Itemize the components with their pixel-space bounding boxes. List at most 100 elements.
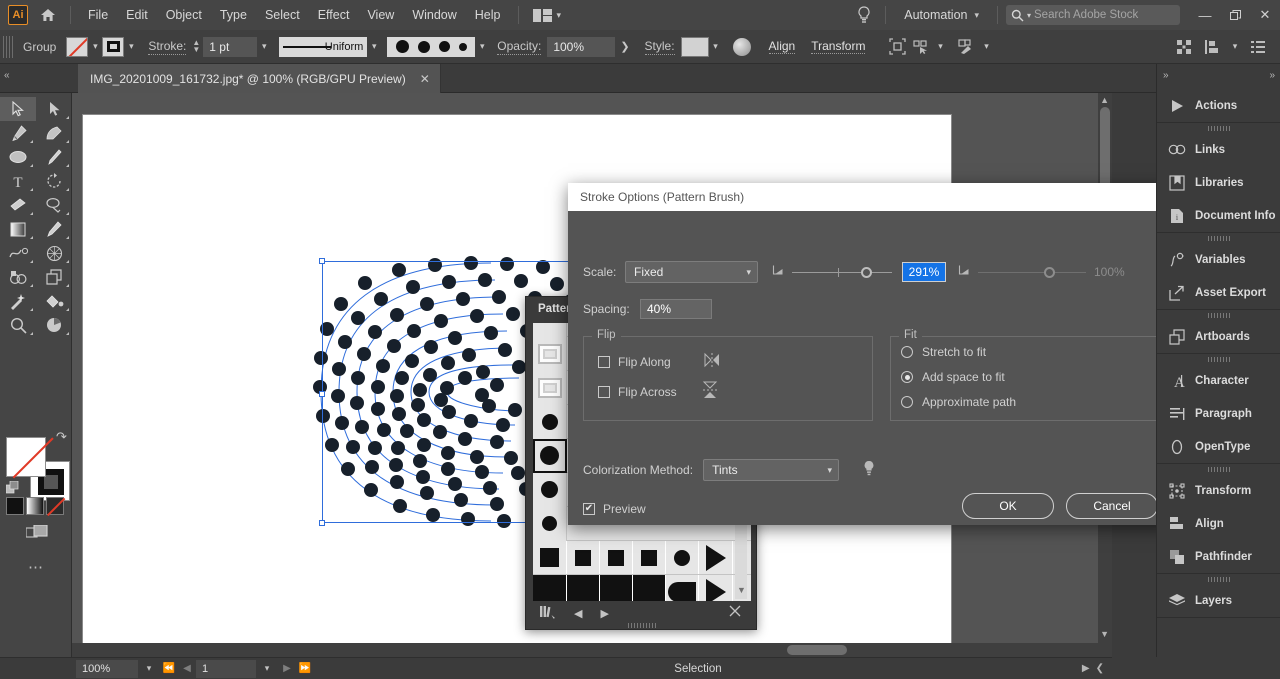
canvas-horizontal-scrollbar[interactable] — [72, 643, 1098, 657]
brush-libraries-menu-icon[interactable] — [539, 605, 556, 622]
flip-along-checkbox[interactable] — [598, 355, 610, 368]
dock-item-asset-export[interactable]: Asset Export — [1157, 276, 1280, 309]
preview-checkbox[interactable] — [583, 503, 595, 515]
chevron-down-icon[interactable]: ▼ — [737, 585, 746, 595]
recolor-artwork-icon[interactable] — [732, 37, 751, 56]
scroll-up-icon[interactable]: ▲ — [1100, 95, 1109, 105]
dock-collapse-icon-2[interactable]: » — [1269, 70, 1274, 81]
type-tool[interactable]: T — [0, 169, 36, 193]
flip-across-checkbox[interactable] — [598, 385, 610, 398]
variable-width-profile-select[interactable]: Uniform — [279, 36, 368, 57]
zoom-level-input[interactable]: 100% — [76, 659, 138, 678]
dock-item-layers[interactable]: Layers — [1157, 584, 1280, 617]
select-similar-chevron-down-icon[interactable]: ▾ — [933, 37, 947, 57]
dock-item-opentype[interactable]: OpenType — [1157, 430, 1280, 463]
control-bar-grip[interactable] — [3, 35, 13, 58]
brush-dot-medium[interactable] — [533, 472, 567, 507]
next-artboard-icon[interactable]: ▶ — [278, 660, 296, 678]
brush-definition-select[interactable] — [387, 36, 476, 57]
close-icon[interactable]: ✕ — [420, 72, 430, 86]
scale-max-slider[interactable] — [978, 262, 1086, 282]
color-mode-button[interactable] — [6, 497, 24, 515]
cancel-button[interactable]: Cancel — [1066, 493, 1158, 519]
minimize-button[interactable]: — — [1190, 0, 1220, 30]
align-link[interactable]: Align — [768, 39, 796, 54]
change-screen-mode-icon[interactable] — [25, 524, 48, 541]
stroke-swatch-button[interactable] — [102, 36, 125, 57]
dock-item-actions[interactable]: Actions — [1157, 89, 1280, 122]
style-label[interactable]: Style: — [644, 39, 675, 55]
graph-tool[interactable] — [36, 313, 72, 337]
close-button[interactable]: ✕ — [1250, 0, 1280, 30]
menu-object[interactable]: Object — [157, 0, 211, 30]
brush-border-frame-1[interactable] — [533, 336, 567, 371]
canvas-horizontal-scroll-thumb[interactable] — [787, 645, 847, 655]
scroll-down-icon[interactable]: ▼ — [1100, 629, 1109, 639]
dock-item-links[interactable]: Links — [1157, 133, 1280, 166]
gradient-tool[interactable] — [0, 217, 36, 241]
dock-group-grip-4[interactable] — [1157, 354, 1280, 364]
opacity-input[interactable]: 100% — [547, 36, 616, 57]
stroke-weight-label[interactable]: Stroke: — [148, 39, 187, 55]
dock-group-grip-5[interactable] — [1157, 464, 1280, 474]
arrange-grid-icon[interactable] — [1172, 35, 1196, 59]
live-paint-bucket-tool[interactable] — [36, 289, 72, 313]
dock-group-grip-3[interactable] — [1157, 310, 1280, 320]
fit-radio-approximate[interactable] — [901, 396, 913, 408]
remove-brush-icon[interactable] — [728, 604, 751, 622]
opacity-label[interactable]: Opacity: — [497, 39, 542, 55]
selection-tool[interactable] — [0, 97, 36, 121]
arrange-documents-icon[interactable]: ▾ — [527, 8, 568, 22]
perspective-grid-tool[interactable] — [36, 241, 72, 265]
menu-help[interactable]: Help — [466, 0, 510, 30]
last-artboard-icon[interactable]: ⏩ — [296, 660, 314, 678]
menu-select[interactable]: Select — [256, 0, 309, 30]
brush-dot-small[interactable] — [533, 404, 567, 439]
ellipse-tool[interactable] — [0, 145, 36, 169]
artboard-tool[interactable] — [36, 265, 72, 289]
discover-bulb-icon[interactable] — [851, 0, 877, 30]
next-library-icon[interactable]: ▶ — [600, 607, 608, 620]
stroke-weight-stepper[interactable]: ▲ ▼ — [192, 39, 200, 54]
dock-item-artboards[interactable]: Artboards — [1157, 320, 1280, 353]
brushes-panel-grip[interactable] — [526, 621, 758, 629]
automation-menu[interactable]: Automation ▾ — [894, 8, 989, 22]
restore-button[interactable] — [1220, 0, 1250, 30]
tabstrip-collapse-icon[interactable]: « — [4, 70, 9, 81]
distribute-icon[interactable] — [1200, 35, 1224, 59]
pen-tool[interactable] — [0, 121, 36, 145]
eraser-tool[interactable] — [0, 193, 36, 217]
magic-wand-tool[interactable] — [0, 289, 36, 313]
brush-dot-large[interactable] — [533, 506, 567, 541]
previous-artboard-icon[interactable]: ◀ — [178, 660, 196, 678]
curvature-tool[interactable] — [36, 121, 72, 145]
dock-item-pathfinder[interactable]: Pathfinder — [1157, 540, 1280, 573]
selection-handle-tl[interactable] — [319, 258, 325, 264]
lasso-tool[interactable] — [36, 193, 72, 217]
menu-type[interactable]: Type — [211, 0, 256, 30]
draw-behind-icon[interactable] — [955, 35, 979, 59]
previous-library-icon[interactable]: ◀ — [574, 607, 582, 620]
menu-view[interactable]: View — [358, 0, 403, 30]
brush-rounded-bar-pattern[interactable] — [533, 575, 751, 601]
shape-builder-tool[interactable] — [0, 265, 36, 289]
brush-square-pattern[interactable] — [533, 541, 751, 575]
gradient-mode-button[interactable] — [26, 497, 44, 515]
fit-radio-add-space[interactable] — [901, 371, 913, 383]
opacity-expand-icon[interactable]: ❯ — [615, 40, 634, 53]
colorization-tip-icon[interactable] — [863, 460, 875, 480]
ok-button[interactable]: OK — [962, 493, 1054, 519]
menu-effect[interactable]: Effect — [309, 0, 359, 30]
zoom-tool[interactable] — [0, 313, 36, 337]
brush-border-frame-2[interactable] — [533, 370, 567, 405]
edit-toolbar-icon[interactable]: ⋯ — [28, 558, 45, 576]
zoom-chevron-down-icon[interactable]: ▾ — [138, 660, 160, 678]
transform-link[interactable]: Transform — [811, 39, 866, 54]
brush-dot-selected[interactable] — [533, 438, 567, 473]
dock-item-align[interactable]: Align — [1157, 507, 1280, 540]
stroke-weight-input[interactable]: 1 pt — [203, 36, 258, 57]
dock-item-document-info[interactable]: i Document Info — [1157, 199, 1280, 232]
blend-tool[interactable] — [0, 241, 36, 265]
default-fill-stroke-icon[interactable] — [5, 480, 19, 494]
none-mode-button[interactable] — [46, 497, 64, 515]
